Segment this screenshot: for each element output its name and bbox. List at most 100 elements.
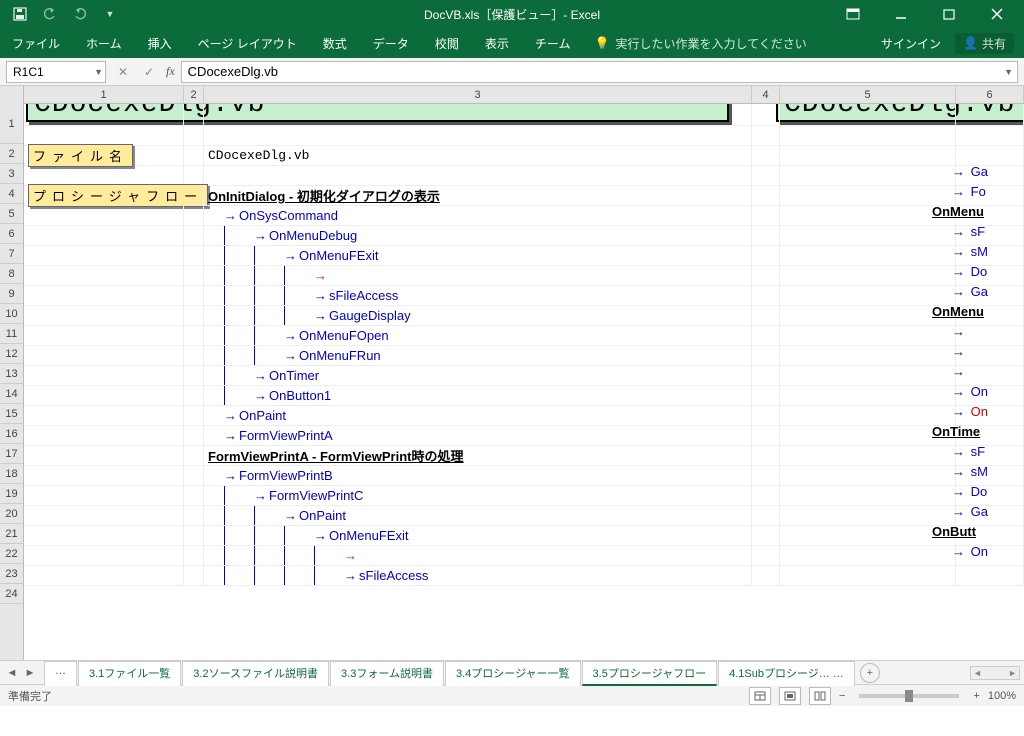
cell[interactable]: FormViewPrintA - FormViewPrint時の処理 (204, 446, 752, 466)
cell[interactable] (780, 406, 956, 426)
cell[interactable] (184, 546, 204, 566)
cell[interactable] (780, 326, 956, 346)
cell[interactable] (780, 146, 956, 166)
cell[interactable]: → FormViewPrintA (204, 426, 752, 446)
cell[interactable]: → FormViewPrintC (204, 486, 752, 506)
cell[interactable] (780, 486, 956, 506)
sheet-tab[interactable]: 3.3フォーム説明書 (330, 661, 444, 686)
cell[interactable] (184, 566, 204, 586)
cell[interactable]: → sFileAccess (204, 286, 752, 306)
cell[interactable] (24, 486, 184, 506)
row-header[interactable]: 24 (0, 584, 23, 604)
close-button[interactable] (974, 0, 1020, 28)
cell[interactable] (752, 126, 780, 146)
cell[interactable] (780, 226, 956, 246)
cell[interactable] (204, 126, 752, 146)
cell[interactable]: → OnMenuDebug (204, 226, 752, 246)
tree-node[interactable]: FormViewPrintA (239, 428, 333, 443)
row-header[interactable]: 22 (0, 544, 23, 564)
cell[interactable] (780, 386, 956, 406)
cell[interactable] (184, 306, 204, 326)
cell[interactable] (184, 346, 204, 366)
row-header[interactable]: 11 (0, 324, 23, 344)
cell[interactable] (956, 146, 1024, 166)
tab-page-layout[interactable]: ページ レイアウト (196, 29, 299, 58)
zoom-level[interactable]: 100% (988, 690, 1016, 702)
cell[interactable]: → (204, 546, 752, 566)
row-header[interactable]: 2 (0, 144, 23, 164)
row-header[interactable]: 9 (0, 284, 23, 304)
cell[interactable] (184, 366, 204, 386)
cell[interactable]: OnInitDialog - 初期化ダイアログの表示 (204, 186, 752, 206)
cell[interactable] (752, 446, 780, 466)
worksheet-grid[interactable]: 123456789101112131415161718192021222324 … (0, 86, 1024, 660)
cell[interactable] (780, 266, 956, 286)
cell[interactable] (184, 506, 204, 526)
view-page-layout-button[interactable] (779, 687, 801, 705)
qat-customize-icon[interactable]: ▼ (98, 2, 122, 26)
cell[interactable] (752, 406, 780, 426)
cell[interactable] (780, 166, 956, 186)
row-header[interactable]: 14 (0, 384, 23, 404)
horizontal-scrollbar[interactable]: ◄ ► (970, 666, 1020, 680)
ribbon-display-options-button[interactable] (830, 0, 876, 28)
cell[interactable] (752, 146, 780, 166)
cells-area[interactable]: CDocexeDlg.vb CDocexeDlg.vb ファイル名CDocexe… (24, 86, 1024, 660)
tree-node[interactable]: sFileAccess (359, 568, 428, 583)
cell[interactable] (780, 466, 956, 486)
row-header[interactable]: 12 (0, 344, 23, 364)
cell[interactable] (780, 306, 956, 326)
sheet-nav-next[interactable]: ► (22, 667, 38, 679)
cell[interactable] (780, 126, 956, 146)
tree-node[interactable]: OnPaint (299, 508, 346, 523)
cell[interactable] (24, 506, 184, 526)
cancel-formula-button[interactable]: ✕ (112, 61, 134, 83)
cell[interactable] (752, 546, 780, 566)
tree-node[interactable]: FormViewPrintB (239, 468, 333, 483)
row-header[interactable]: 10 (0, 304, 23, 324)
cell[interactable] (24, 326, 184, 346)
save-button[interactable] (8, 2, 32, 26)
cell[interactable] (780, 426, 956, 446)
cell[interactable] (24, 446, 184, 466)
cell[interactable]: → OnTimer (204, 366, 752, 386)
tree-node[interactable]: FormViewPrintC (269, 488, 363, 503)
cell[interactable] (752, 286, 780, 306)
maximize-button[interactable] (926, 0, 972, 28)
cell[interactable] (780, 246, 956, 266)
tree-node[interactable]: OnButton1 (269, 388, 331, 403)
signin-link[interactable]: サインイン (881, 35, 941, 52)
cell[interactable] (752, 386, 780, 406)
cell[interactable] (204, 166, 752, 186)
cell[interactable] (780, 526, 956, 546)
row-header[interactable]: 15 (0, 404, 23, 424)
cell[interactable] (184, 486, 204, 506)
cell[interactable] (184, 126, 204, 146)
view-normal-button[interactable] (749, 687, 771, 705)
tree-node[interactable]: GaugeDisplay (329, 308, 411, 323)
tree-node[interactable]: OnMenuFOpen (299, 328, 389, 343)
column-header[interactable]: 3 (204, 86, 752, 103)
cell[interactable] (184, 226, 204, 246)
row-header[interactable]: 8 (0, 264, 23, 284)
cell[interactable]: → OnPaint (204, 506, 752, 526)
cell[interactable]: ファイル名 (24, 146, 184, 166)
cell[interactable] (752, 166, 780, 186)
cell[interactable]: CDocexeDlg.vb (204, 146, 752, 166)
undo-button[interactable] (38, 2, 62, 26)
tab-file[interactable]: ファイル (10, 29, 62, 58)
row-header[interactable]: 4 (0, 184, 23, 204)
row-header[interactable]: 18 (0, 464, 23, 484)
column-header[interactable]: 2 (184, 86, 204, 103)
cell[interactable] (752, 506, 780, 526)
row-header[interactable]: 3 (0, 164, 23, 184)
cell[interactable] (24, 166, 184, 186)
zoom-in-button[interactable]: + (973, 690, 979, 702)
tab-team[interactable]: チーム (533, 29, 573, 58)
zoom-thumb[interactable] (905, 690, 913, 702)
cell[interactable]: → (204, 266, 752, 286)
tab-view[interactable]: 表示 (483, 29, 511, 58)
row-header[interactable]: 13 (0, 364, 23, 384)
cell[interactable] (24, 246, 184, 266)
cell[interactable] (184, 446, 204, 466)
